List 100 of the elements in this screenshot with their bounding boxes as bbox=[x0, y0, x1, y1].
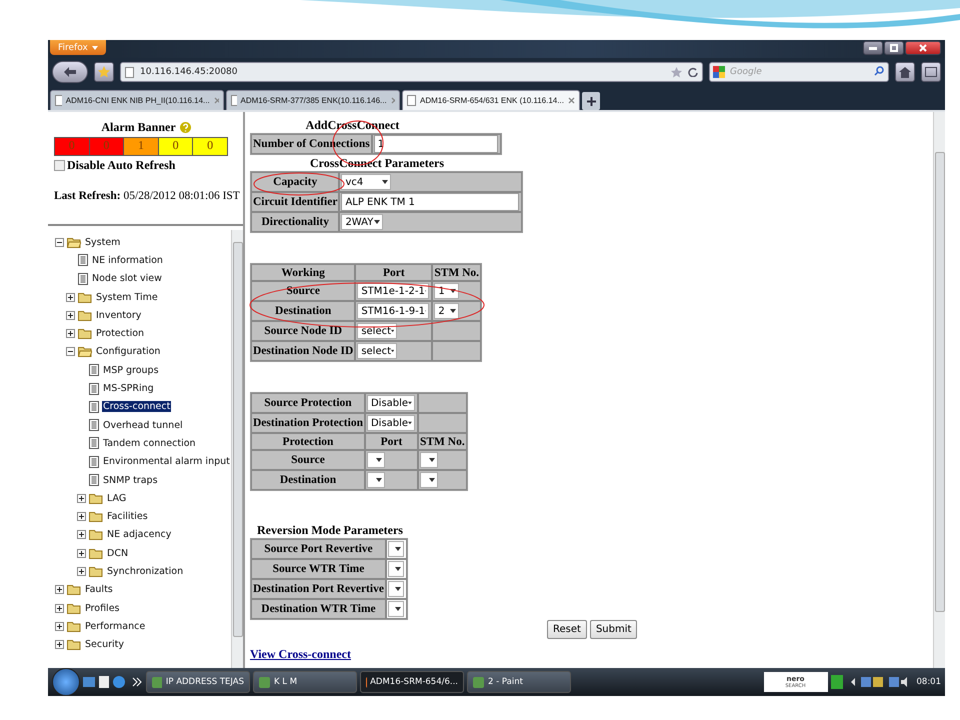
back-button[interactable] bbox=[52, 61, 88, 83]
home-button[interactable] bbox=[895, 62, 915, 82]
tree-item[interactable]: Inventory bbox=[95, 310, 142, 321]
restore-icon bbox=[890, 44, 898, 52]
expand-icon[interactable] bbox=[55, 640, 64, 650]
tree-item[interactable]: Security bbox=[84, 639, 126, 650]
dropdown-field[interactable]: Disable bbox=[366, 395, 415, 412]
browser-tab[interactable]: ADM16-SRM-654/631 ENK (10.116.14... bbox=[402, 90, 580, 110]
section-title: CrossConnect Parameters bbox=[308, 156, 446, 171]
alarm-count: 0 bbox=[158, 138, 194, 155]
dropdown-field[interactable]: select bbox=[357, 343, 398, 360]
window-icon bbox=[925, 67, 937, 77]
expand-icon[interactable] bbox=[77, 512, 86, 522]
open-folder-icon bbox=[67, 236, 81, 248]
expand-icon[interactable] bbox=[77, 548, 86, 558]
search-icon[interactable] bbox=[874, 66, 884, 76]
tree-item[interactable]: Facilities bbox=[106, 511, 149, 522]
dropdown-field[interactable]: Disable bbox=[366, 415, 415, 432]
scrollbar[interactable] bbox=[933, 112, 945, 668]
new-tab-button[interactable] bbox=[582, 92, 600, 110]
tree-item[interactable]: Overhead tunnel bbox=[102, 420, 184, 431]
expand-icon[interactable] bbox=[55, 604, 64, 613]
tree-item[interactable]: System Time bbox=[95, 292, 159, 303]
view-link[interactable]: View Cross-connect bbox=[250, 647, 351, 662]
dropdown-field[interactable] bbox=[388, 581, 404, 598]
dropdown-field[interactable] bbox=[366, 452, 385, 468]
tree-item[interactable]: Node slot view bbox=[91, 273, 163, 284]
tree-item[interactable]: Tandem connection bbox=[102, 438, 197, 449]
form-label: Capacity bbox=[251, 172, 340, 192]
document-icon bbox=[89, 400, 99, 413]
dropdown-field[interactable]: vc4 bbox=[341, 174, 392, 190]
expand-icon[interactable] bbox=[77, 566, 86, 576]
form-button[interactable]: Reset bbox=[547, 620, 587, 639]
addon-button[interactable] bbox=[921, 62, 941, 82]
address-bar[interactable]: 10.116.146.45:20080 bbox=[120, 62, 703, 82]
tree-item[interactable]: Cross-connect bbox=[102, 401, 172, 412]
form-label: Source Protection bbox=[251, 393, 365, 413]
restore-button[interactable] bbox=[884, 41, 904, 55]
folder-icon bbox=[89, 548, 103, 559]
home-icon bbox=[899, 66, 911, 78]
alarm-count: 0 bbox=[90, 138, 124, 155]
expand-icon[interactable] bbox=[66, 292, 75, 302]
document-icon bbox=[89, 474, 99, 486]
dropdown-field[interactable]: STM16-1-9-1 bbox=[357, 303, 430, 320]
tree-item[interactable]: DCN bbox=[106, 548, 130, 559]
tree-item[interactable]: Environmental alarm input bbox=[102, 456, 231, 468]
taskbar-item[interactable]: IP ADDRESS TEJAS bbox=[146, 671, 250, 693]
scrollbar[interactable] bbox=[231, 230, 243, 668]
document-icon bbox=[78, 254, 88, 266]
start-button[interactable] bbox=[52, 668, 80, 696]
tree-item[interactable]: Synchronization bbox=[106, 566, 184, 577]
tree-item[interactable]: SNMP traps bbox=[102, 474, 159, 486]
tree-item[interactable]: Configuration bbox=[95, 346, 162, 358]
folder-icon bbox=[78, 328, 92, 340]
browser-tab[interactable]: ADM16-CNI ENK NIB PH_II(10.116.14... bbox=[50, 90, 224, 110]
dropdown-field[interactable] bbox=[388, 541, 404, 558]
dropdown-field[interactable] bbox=[420, 472, 438, 488]
dropdown-field[interactable] bbox=[366, 472, 385, 488]
dropdown-field[interactable] bbox=[388, 601, 404, 618]
expand-icon[interactable] bbox=[66, 310, 75, 320]
browser-tab[interactable]: ADM16-SRM-377/385 ENK(10.116.146... bbox=[226, 90, 400, 110]
expand-icon[interactable] bbox=[77, 530, 86, 540]
taskbar-item[interactable]: ADM16-SRM-654/6... bbox=[360, 671, 464, 693]
expand-icon[interactable] bbox=[66, 329, 75, 338]
expand-icon[interactable] bbox=[55, 585, 64, 594]
dropdown-field[interactable]: select bbox=[357, 323, 398, 340]
minimize-button[interactable] bbox=[863, 41, 883, 55]
tree-item[interactable]: MSP groups bbox=[102, 364, 160, 376]
taskbar-item[interactable]: K L M bbox=[253, 671, 357, 693]
tree-item[interactable]: MS-SPRing bbox=[102, 383, 155, 394]
collapse-icon[interactable] bbox=[55, 238, 64, 247]
dropdown-field[interactable]: 2WAY bbox=[341, 214, 384, 230]
column-header: STM No. bbox=[418, 433, 467, 450]
close-button[interactable] bbox=[905, 41, 941, 55]
tree-item[interactable]: Profiles bbox=[84, 602, 120, 614]
tree-item[interactable]: Faults bbox=[84, 584, 114, 596]
dropdown-field[interactable] bbox=[420, 452, 438, 468]
checkbox[interactable] bbox=[54, 160, 65, 171]
input-field[interactable]: ALP ENK TM 1 bbox=[341, 193, 520, 211]
tree-item[interactable]: NE information bbox=[91, 254, 164, 266]
collapse-icon[interactable] bbox=[66, 347, 75, 356]
tree-item[interactable]: NE adjacency bbox=[106, 529, 172, 540]
dropdown-field[interactable] bbox=[388, 561, 404, 578]
page-icon bbox=[231, 95, 237, 106]
form-button[interactable]: Submit bbox=[590, 620, 638, 639]
bookmark-button[interactable] bbox=[94, 62, 114, 82]
form-label: Source bbox=[251, 450, 365, 470]
reload-icon bbox=[688, 67, 698, 77]
folder-icon bbox=[78, 292, 92, 303]
dropdown-field[interactable]: 2 bbox=[434, 303, 460, 320]
tree-item[interactable]: Performance bbox=[84, 620, 146, 632]
tree-item[interactable]: LAG bbox=[106, 492, 128, 504]
search-field[interactable]: Google bbox=[709, 62, 889, 82]
quick-launch-icons[interactable] bbox=[83, 675, 143, 689]
tree-item[interactable]: Protection bbox=[95, 328, 146, 340]
expand-icon[interactable] bbox=[77, 494, 86, 503]
tree-item[interactable]: System bbox=[84, 236, 122, 248]
expand-icon[interactable] bbox=[55, 622, 64, 631]
taskbar-item[interactable]: 2 - Paint bbox=[467, 671, 571, 693]
dropdown-field[interactable]: STM1e-1-2-1 bbox=[357, 283, 430, 300]
